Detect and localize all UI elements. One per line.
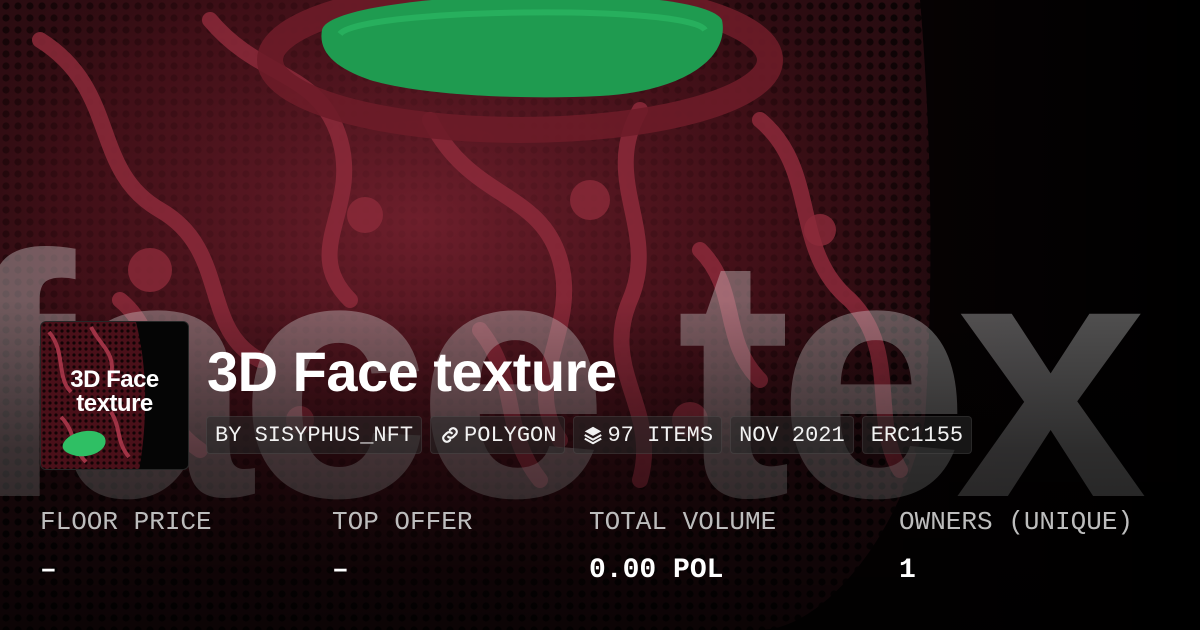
stat-top-offer: TOP OFFER –: [332, 505, 472, 588]
creator-chip[interactable]: BY SISYPHUS_NFT: [206, 416, 423, 454]
chain-link-icon: [442, 427, 458, 443]
token-standard-chip-label: ERC1155: [870, 422, 964, 448]
creator-chip-label: BY SISYPHUS_NFT: [215, 422, 414, 448]
items-chip-label: 97 ITEMS: [607, 422, 714, 448]
stat-total-volume: TOTAL VOLUME 0.00 POL: [589, 505, 776, 588]
stat-label: OWNERS (UNIQUE): [899, 507, 1134, 537]
logo-text-line1: 3D Face: [70, 366, 159, 393]
stat-value: 1: [899, 555, 916, 586]
logo-text: 3D Face texture: [41, 368, 188, 416]
chain-chip[interactable]: POLYGON: [430, 416, 566, 454]
items-chip[interactable]: 97 ITEMS: [573, 416, 723, 454]
chain-chip-label: POLYGON: [464, 422, 557, 448]
stat-value: 0.00 POL: [589, 555, 724, 586]
stat-value: –: [332, 555, 349, 586]
collection-logo: 3D Face texture: [40, 321, 189, 470]
logo-text-line2: texture: [76, 390, 153, 417]
stat-label: TOP OFFER: [332, 507, 473, 537]
created-date-chip-label: NOV 2021: [739, 422, 845, 448]
layers-icon: [584, 426, 603, 445]
stat-label: TOTAL VOLUME: [589, 507, 777, 537]
token-standard-chip: ERC1155: [861, 416, 973, 454]
stat-floor-price: FLOOR PRICE –: [40, 505, 212, 588]
stat-owners: OWNERS (UNIQUE) 1: [899, 505, 1133, 588]
created-date-chip: NOV 2021: [730, 416, 854, 454]
collection-info-chips: BY SISYPHUS_NFT POLYGON 97 ITEMS NOV 202…: [206, 416, 973, 454]
collection-title: 3D Face texture: [207, 340, 617, 403]
stat-value: –: [40, 555, 57, 586]
stat-label: FLOOR PRICE: [40, 507, 212, 537]
